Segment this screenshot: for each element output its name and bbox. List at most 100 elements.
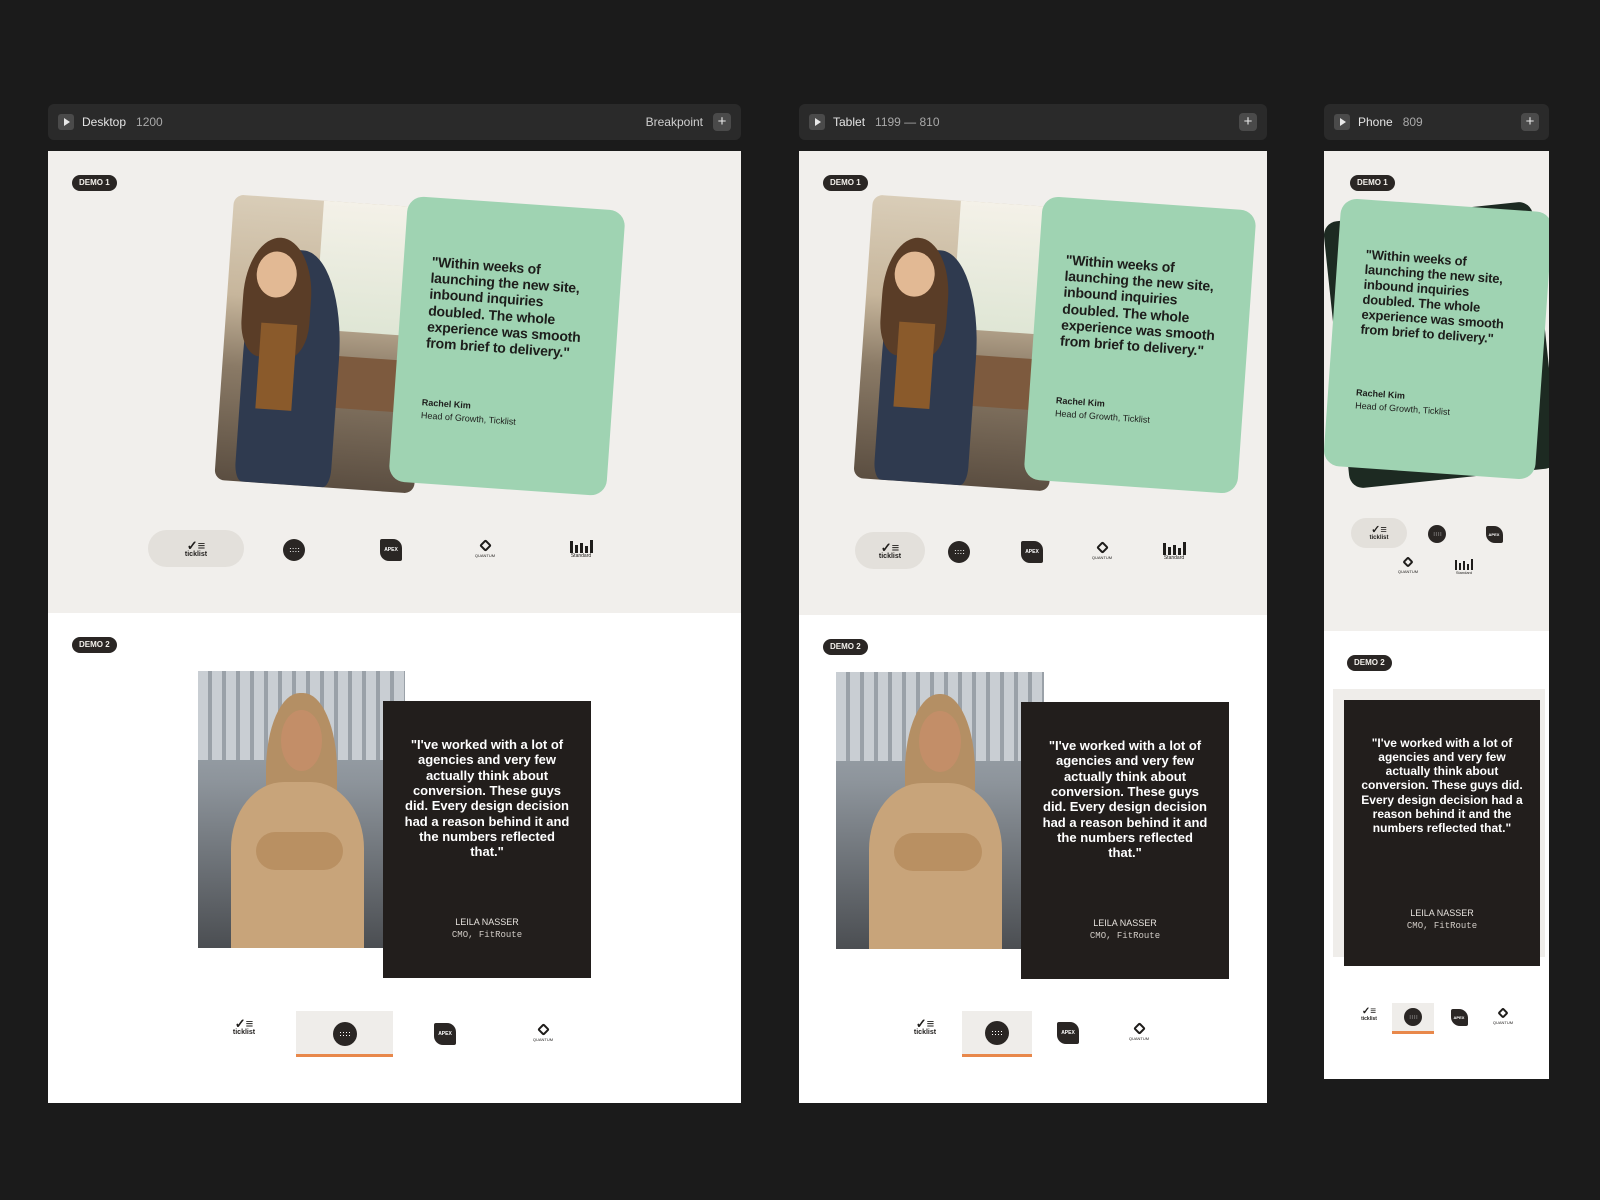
apex-logo-icon: APEX	[1450, 1008, 1468, 1026]
breakpoint-bar-phone: Phone 809 +	[1324, 104, 1549, 140]
testimonial-photo-leila	[198, 671, 405, 948]
breakpoint-width: 1200	[136, 115, 163, 129]
logo-tab-quantum[interactable]: QUANTUM	[468, 535, 502, 563]
logo-tab-dots[interactable]	[332, 1021, 358, 1047]
logo-tab-quantum[interactable]: QUANTUM	[526, 1019, 560, 1047]
logo-tab-ticklist[interactable]: ✓≡ ticklist	[1360, 521, 1398, 545]
logo-tab-apex[interactable]: APEX	[378, 537, 404, 563]
logo-tab-quantum[interactable]: QUANTUM	[1489, 1006, 1517, 1028]
testimonial-photo-leila	[836, 672, 1044, 949]
logo-text: ticklist	[1369, 534, 1389, 541]
ticklist-icon: ✓≡	[1371, 523, 1387, 536]
testimonial-role: CMO, FitRoute	[451, 930, 523, 940]
logo-tab-standard[interactable]: Standard	[1451, 555, 1477, 579]
play-icon[interactable]	[1334, 114, 1350, 130]
logo-tab-dots[interactable]	[1427, 524, 1447, 544]
logo-tab-dots[interactable]	[984, 1020, 1010, 1046]
logo-tab-dots[interactable]	[947, 540, 971, 564]
testimonial-role: Head of Growth, Ticklist	[420, 410, 517, 427]
logo-text: QUANTUM	[474, 552, 496, 558]
logo-tab-apex[interactable]: APEX	[1055, 1020, 1081, 1046]
demo1-section: DEMO 1 "Within weeks of launching the ne…	[48, 151, 741, 613]
dots-logo-icon	[1404, 1008, 1422, 1026]
testimonial-name: Rachel Kim	[421, 397, 472, 411]
dots-logo-icon	[985, 1021, 1009, 1045]
demo1-badge: DEMO 1	[823, 175, 868, 191]
logo-text: QUANTUM	[1128, 1035, 1150, 1041]
testimonial-role: CMO, FitRoute	[1089, 931, 1161, 941]
demo1-section: DEMO 1 "Within weeks of launching the ne…	[799, 151, 1267, 615]
demo1-section: DEMO 1 "Within weeks of launching the ne…	[1324, 151, 1549, 631]
breakpoint-width: 809	[1402, 115, 1423, 129]
testimonial-quote: "I've worked with a lot of agencies and …	[404, 737, 570, 860]
testimonial-card-green: "Within weeks of launching the new site,…	[1023, 195, 1257, 495]
logo-text: QUANTUM	[1091, 554, 1113, 560]
logo-text: Standard	[1455, 570, 1473, 575]
logo-text: Standard	[570, 552, 592, 559]
breakpoint-bar-tablet: Tablet 1199 — 810 +	[799, 104, 1267, 140]
quantum-logo-icon	[1497, 1007, 1509, 1019]
phone-frame: DEMO 1 "Within weeks of launching the ne…	[1324, 151, 1549, 1079]
logo-tab-ticklist[interactable]: ✓≡ ticklist	[172, 535, 220, 563]
breakpoint-bar-desktop: Desktop 1200 Breakpoint +	[48, 104, 741, 140]
testimonial-card-dark: "I've worked with a lot of agencies and …	[1021, 702, 1229, 979]
quantum-logo-icon	[1132, 1021, 1146, 1035]
demo2-badge: DEMO 2	[823, 639, 868, 655]
logo-tab-standard[interactable]: Standard	[566, 534, 596, 564]
demo2-section: DEMO 2 "I've worked with a lot of agenci…	[48, 613, 741, 1103]
testimonial-card-dark: "I've worked with a lot of agencies and …	[1344, 700, 1540, 966]
quantum-logo-icon	[1095, 540, 1109, 554]
logo-text: QUANTUM	[532, 1036, 554, 1042]
logo-tab-ticklist[interactable]: ✓≡ ticklist	[1351, 1004, 1387, 1026]
logo-text: ticklist	[913, 1028, 937, 1036]
add-breakpoint-button[interactable]: +	[1239, 113, 1257, 131]
breakpoint-width: 1199 — 810	[875, 115, 940, 129]
dots-logo-icon	[333, 1022, 357, 1046]
testimonial-quote: "Within weeks of launching the new site,…	[1059, 251, 1216, 359]
logo-tab-apex[interactable]: APEX	[1449, 1007, 1469, 1027]
logo-text: ticklist	[184, 550, 208, 558]
dots-logo-icon	[1428, 525, 1446, 543]
logo-tab-ticklist[interactable]: ✓≡ ticklist	[866, 537, 914, 565]
standard-logo-icon	[1455, 559, 1473, 570]
add-breakpoint-button[interactable]: +	[1521, 113, 1539, 131]
play-icon[interactable]	[809, 114, 825, 130]
logo-tab-standard[interactable]: Standard	[1159, 536, 1189, 566]
add-breakpoint-button[interactable]: +	[713, 113, 731, 131]
logo-tab-apex[interactable]: APEX	[1484, 524, 1504, 544]
logo-text: ticklist	[878, 552, 902, 560]
logo-tab-dots[interactable]	[282, 538, 306, 562]
apex-logo-icon: APEX	[1057, 1022, 1079, 1044]
quantum-logo-icon	[478, 538, 492, 552]
apex-logo-icon: APEX	[1485, 525, 1503, 543]
logo-tab-ticklist[interactable]: ✓≡ ticklist	[220, 1013, 268, 1041]
apex-logo-icon: APEX	[380, 539, 402, 561]
demo2-badge: DEMO 2	[72, 637, 117, 653]
logo-tab-apex[interactable]: APEX	[432, 1021, 458, 1047]
logo-text: ticklist	[232, 1028, 256, 1036]
tablet-frame: DEMO 1 "Within weeks of launching the ne…	[799, 151, 1267, 1103]
ticklist-icon: ✓≡	[186, 537, 206, 553]
testimonial-card-dark: "I've worked with a lot of agencies and …	[383, 701, 591, 978]
logo-tab-ticklist[interactable]: ✓≡ ticklist	[901, 1013, 949, 1041]
logo-text: ticklist	[1361, 1016, 1377, 1022]
testimonial-quote: "I've worked with a lot of agencies and …	[1042, 738, 1208, 861]
testimonial-quote: "I've worked with a lot of agencies and …	[1361, 736, 1523, 835]
breakpoint-name: Desktop	[82, 115, 127, 129]
logo-tab-apex[interactable]: APEX	[1019, 539, 1045, 565]
testimonial-role: Head of Growth, Ticklist	[1354, 400, 1451, 418]
standard-logo-icon	[1162, 541, 1186, 555]
testimonial-name: LEILA NASSER	[455, 917, 519, 927]
breakpoint-label[interactable]: Breakpoint	[646, 115, 703, 129]
ticklist-icon: ✓≡	[1361, 1006, 1377, 1017]
logo-tab-quantum[interactable]: QUANTUM	[1085, 537, 1119, 565]
logo-text: Standard	[1163, 554, 1185, 561]
testimonial-name: Rachel Kim	[1055, 395, 1106, 409]
breakpoint-name: Tablet	[833, 115, 866, 129]
testimonial-role: CMO, FitRoute	[1406, 921, 1478, 931]
play-icon[interactable]	[58, 114, 74, 130]
logo-tab-quantum[interactable]: QUANTUM	[1394, 555, 1422, 577]
demo2-section: DEMO 2 "I've worked with a lot of agenci…	[1324, 631, 1549, 1079]
logo-tab-dots[interactable]	[1403, 1007, 1423, 1027]
logo-tab-quantum[interactable]: QUANTUM	[1122, 1018, 1156, 1046]
